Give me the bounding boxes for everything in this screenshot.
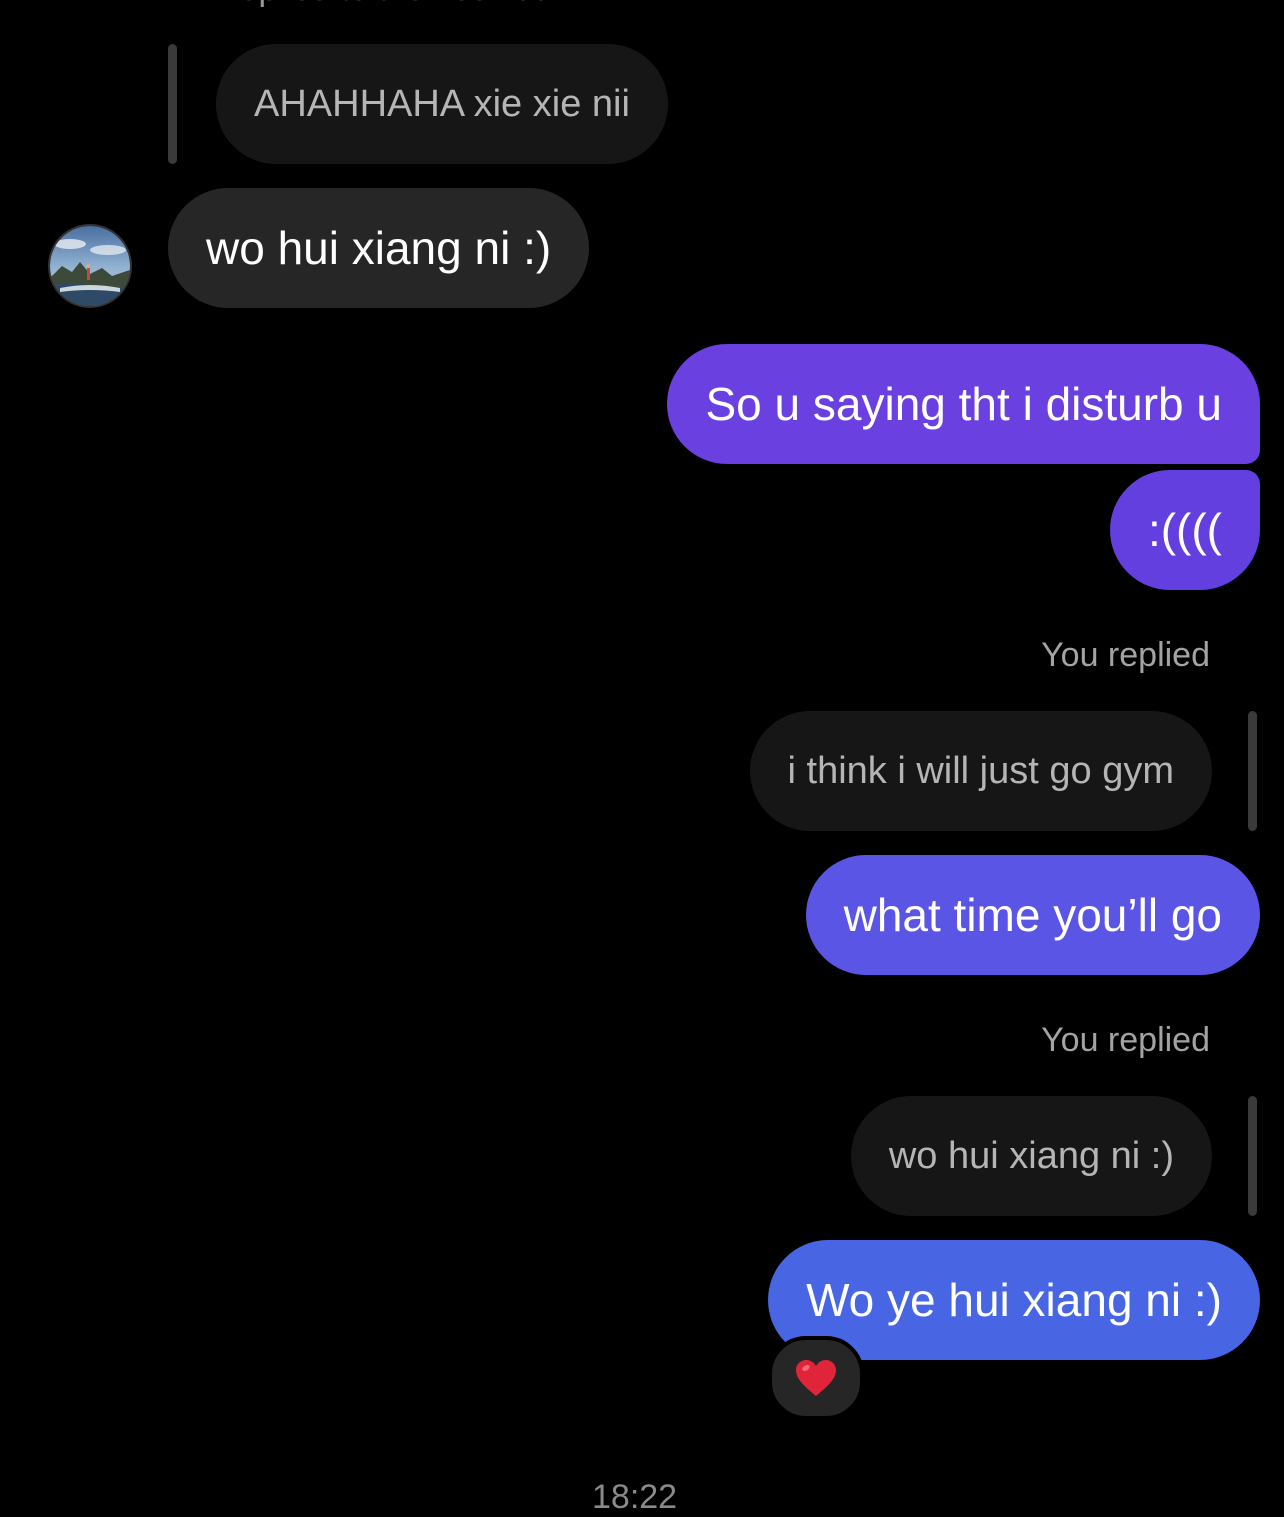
quoted-message[interactable]: wo hui xiang ni :) xyxy=(850,1096,1212,1216)
reply-indicator-bar xyxy=(168,44,177,164)
quoted-message[interactable]: i think i will just go gym xyxy=(749,711,1212,831)
you-replied-label: You replied xyxy=(1041,636,1210,674)
outgoing-message[interactable]: :(((( xyxy=(1109,470,1260,590)
replied-to-themselves-label: Replied to themselves xyxy=(215,0,550,9)
you-replied-label: You replied xyxy=(1041,1021,1210,1059)
heart-icon xyxy=(796,1360,836,1396)
outgoing-message[interactable]: what time you’ll go xyxy=(805,855,1260,975)
message-reaction[interactable] xyxy=(768,1336,864,1420)
quoted-message[interactable]: AHAHHAHA xie xie nii xyxy=(216,44,668,164)
avatar-photo-icon xyxy=(50,226,130,306)
incoming-message[interactable]: wo hui xiang ni :) xyxy=(168,188,590,308)
reply-indicator-bar xyxy=(1248,1096,1257,1216)
reply-indicator-bar xyxy=(1248,711,1257,831)
message-timestamp: 18:22 xyxy=(592,1478,678,1516)
contact-avatar[interactable] xyxy=(48,224,132,308)
outgoing-message[interactable]: So u saying tht i disturb u xyxy=(667,344,1260,464)
